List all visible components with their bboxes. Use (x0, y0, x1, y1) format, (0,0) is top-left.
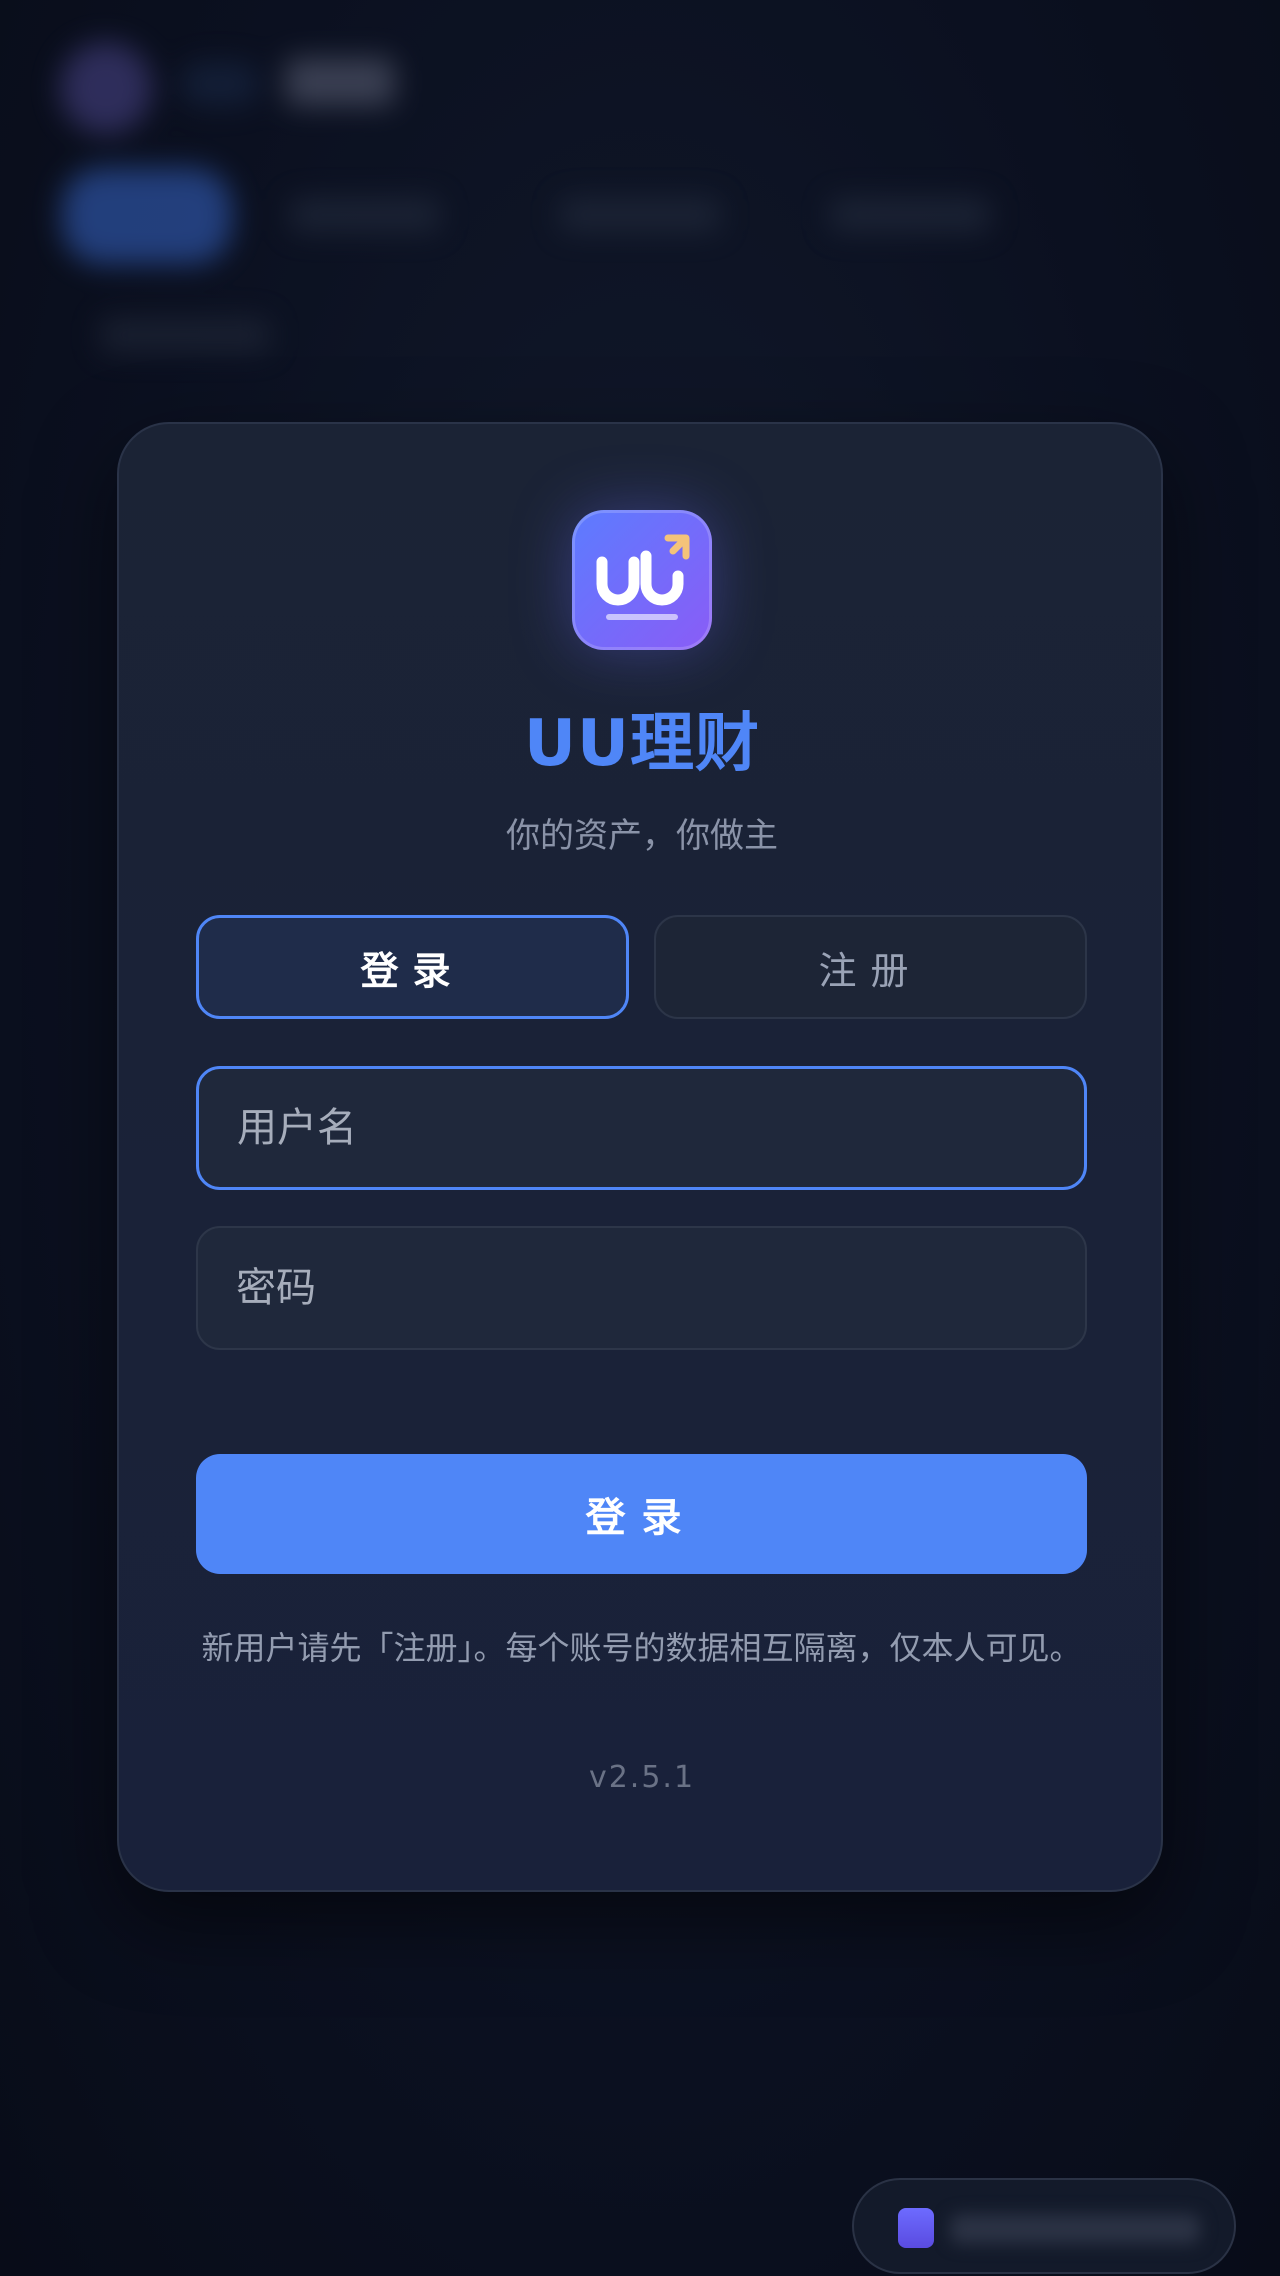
registration-hint: 新用户请先「注册」。每个账号的数据相互隔离，仅本人可见。 (201, 1629, 1082, 1667)
blurred-widget-text (950, 2214, 1200, 2244)
background-avatar (60, 42, 152, 134)
tab-login[interactable]: 登录 (196, 915, 629, 1019)
background-active-tab (62, 168, 232, 264)
login-screen: UU理财 你的资产，你做主 登录 注册 登录 新用户请先「注册」。每个账号的数据… (0, 0, 1280, 2276)
background-tab (830, 198, 990, 232)
uu-logo-icon (572, 510, 712, 650)
blurred-background-app (0, 0, 1280, 420)
version-label: v2.5.1 (588, 1760, 696, 1795)
app-tagline: 你的资产，你做主 (506, 816, 778, 856)
tab-register[interactable]: 注册 (654, 915, 1087, 1019)
background-subtitle (100, 318, 270, 352)
app-icon (898, 2208, 934, 2248)
login-card: UU理财 你的资产，你做主 登录 注册 登录 新用户请先「注册」。每个账号的数据… (117, 422, 1163, 1892)
username-input[interactable] (196, 1066, 1087, 1190)
background-username (285, 58, 395, 106)
app-title: UU理财 (524, 707, 760, 781)
login-submit-button[interactable]: 登录 (196, 1454, 1087, 1574)
background-tab (560, 198, 720, 232)
password-input[interactable] (196, 1226, 1087, 1350)
background-badge (180, 62, 260, 106)
floating-widget[interactable] (852, 2178, 1236, 2274)
background-tab (290, 198, 440, 232)
